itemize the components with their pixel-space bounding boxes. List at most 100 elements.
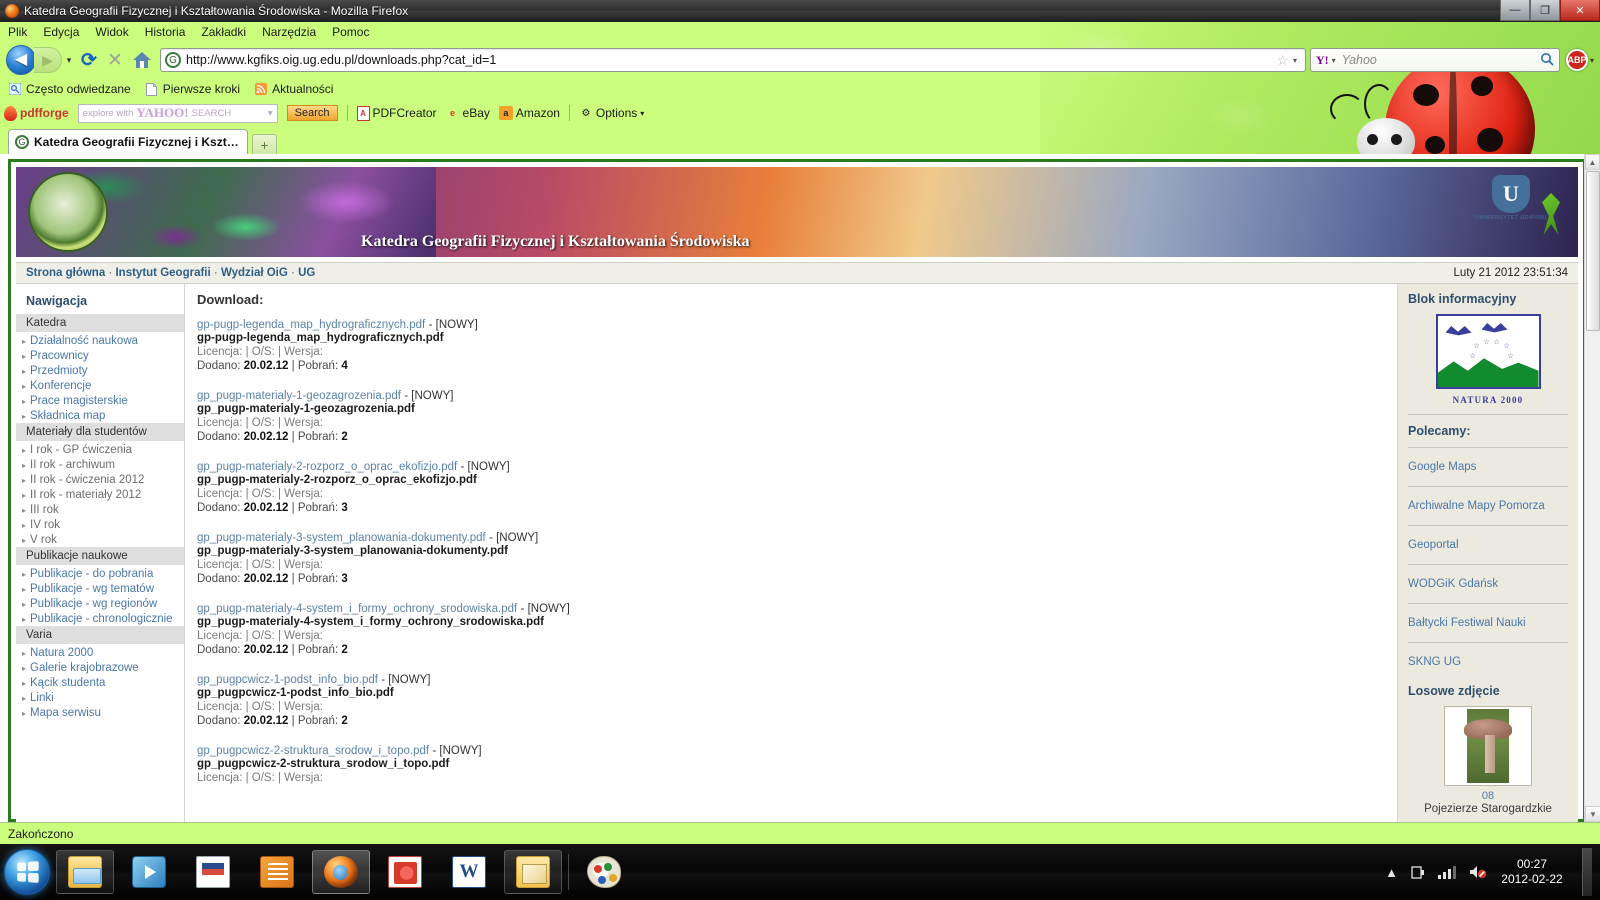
- download-link[interactable]: gp_pugp-materialy-2-rozporz_o_oprac_ekof…: [197, 461, 457, 473]
- menu-narzedzia[interactable]: Narzędzia: [262, 25, 316, 39]
- scroll-up-button[interactable]: ▲: [1585, 154, 1600, 170]
- sidebar-item-pracownicy[interactable]: Pracownicy: [16, 348, 184, 363]
- taskbar-item-wmp[interactable]: [120, 850, 178, 894]
- close-button[interactable]: ✕: [1560, 0, 1600, 21]
- new-tab-button[interactable]: +: [252, 134, 277, 154]
- link-skng-ug[interactable]: SKNG UG: [1408, 652, 1568, 672]
- random-photo[interactable]: [1444, 706, 1532, 786]
- pdfforge-logo[interactable]: pdfforge: [4, 105, 69, 121]
- url-dropdown-icon[interactable]: ▾: [1293, 56, 1297, 65]
- taskbar-item-firefox[interactable]: [312, 850, 370, 894]
- search-bar[interactable]: Y! ▾ Yahoo: [1309, 48, 1560, 72]
- minimize-button[interactable]: —: [1500, 0, 1530, 21]
- taskbar-item-explorer[interactable]: [56, 850, 114, 894]
- clock[interactable]: 00:27 2012-02-22: [1500, 857, 1564, 887]
- scroll-down-button[interactable]: ▼: [1585, 806, 1600, 822]
- menu-widok[interactable]: Widok: [95, 25, 128, 39]
- download-link[interactable]: gp-pugp-legenda_map_hydrograficznych.pdf: [197, 319, 425, 331]
- scrollbar-thumb[interactable]: [1586, 171, 1600, 331]
- link-archiwalne-mapy-pomorza[interactable]: Archiwalne Mapy Pomorza: [1408, 496, 1568, 516]
- history-dropdown-icon[interactable]: ▾: [62, 55, 76, 66]
- sidebar-item-iv-rok[interactable]: IV rok: [16, 517, 184, 532]
- sidebar-item-kacik-studenta[interactable]: Kącik studenta: [16, 675, 184, 690]
- sidebar-item-konferencje[interactable]: Konferencje: [16, 378, 184, 393]
- bookmark-czesto-odwiedzane[interactable]: Często odwiedzane: [8, 82, 131, 96]
- show-desktop-button[interactable]: [1582, 848, 1592, 896]
- start-button[interactable]: [4, 849, 50, 895]
- taskbar-item-powerpoint[interactable]: [376, 850, 434, 894]
- site-identity-icon[interactable]: G: [165, 52, 181, 68]
- adblock-plus-icon[interactable]: ABP: [1565, 49, 1588, 71]
- page-scrollbar[interactable]: ▲ ▼: [1584, 154, 1600, 822]
- taskbar-item-outlook[interactable]: [504, 850, 562, 894]
- bookmark-aktualnosci[interactable]: Aktualności: [254, 82, 333, 96]
- pdfcreator-button[interactable]: A PDFCreator: [356, 105, 437, 121]
- sidebar-item-i-rok-gp[interactable]: I rok - GP ćwiczenia: [16, 442, 184, 457]
- volume-muted-icon[interactable]: [1468, 864, 1488, 880]
- menu-zakladki[interactable]: Zakładki: [201, 25, 246, 39]
- search-icon[interactable]: [1540, 52, 1554, 69]
- pdfforge-search-button[interactable]: Search: [286, 105, 338, 121]
- download-link[interactable]: gp_pugpcwicz-1-podst_info_bio.pdf: [197, 674, 378, 686]
- search-input[interactable]: Yahoo: [1342, 53, 1540, 67]
- link-wodgik-gdansk[interactable]: WODGiK Gdańsk: [1408, 574, 1568, 594]
- bookmark-star-icon[interactable]: ☆: [1276, 52, 1289, 69]
- download-link[interactable]: gp_pugp-materialy-4-system_i_formy_ochro…: [197, 603, 517, 615]
- back-button[interactable]: ◀: [6, 45, 36, 75]
- url-bar[interactable]: G http://www.kgfiks.oig.ug.edu.pl/downlo…: [160, 48, 1306, 72]
- sidebar-item-linki[interactable]: Linki: [16, 690, 184, 705]
- amazon-button[interactable]: a Amazon: [498, 106, 560, 120]
- yahoo-icon[interactable]: Y!: [1316, 53, 1329, 68]
- link-baltycki-festiwal-nauki[interactable]: Bałtycki Festiwal Nauki: [1408, 613, 1568, 633]
- link-google-maps[interactable]: Google Maps: [1408, 457, 1568, 477]
- network-icon[interactable]: [1438, 865, 1456, 879]
- taskbar-item-openoffice[interactable]: [248, 850, 306, 894]
- options-button[interactable]: ⚙ Options ▾: [579, 106, 644, 120]
- sidebar-item-publikacje-do-pobrania[interactable]: Publikacje - do pobrania: [16, 566, 184, 581]
- show-hidden-icons-button[interactable]: ▲: [1385, 865, 1398, 880]
- sidebar-item-publikacje-chronologicznie[interactable]: Publikacje - chronologicznie: [16, 611, 184, 626]
- ebay-button[interactable]: e eBay: [446, 106, 490, 120]
- photo-number[interactable]: 08: [1408, 790, 1568, 802]
- menu-historia[interactable]: Historia: [145, 25, 186, 39]
- stop-button[interactable]: ✕: [102, 47, 128, 73]
- sidebar-item-mapa-serwisu[interactable]: Mapa serwisu: [16, 705, 184, 720]
- maximize-button[interactable]: ❐: [1530, 0, 1560, 21]
- menu-pomoc[interactable]: Pomoc: [332, 25, 369, 39]
- sidebar-item-prace-magisterskie[interactable]: Prace magisterskie: [16, 393, 184, 408]
- menu-plik[interactable]: Plik: [8, 25, 27, 39]
- taskbar-item-paint[interactable]: [575, 850, 633, 894]
- taskbar-item-word[interactable]: [440, 850, 498, 894]
- bookmark-pierwsze-kroki[interactable]: Pierwsze kroki: [145, 82, 240, 96]
- sidebar-item-publikacje-wg-regionow[interactable]: Publikacje - wg regionów: [16, 596, 184, 611]
- sidebar-item-ii-rok-cwiczenia[interactable]: II rok - ćwiczenia 2012: [16, 472, 184, 487]
- sidebar-item-ii-rok-archiwum[interactable]: II rok - archiwum: [16, 457, 184, 472]
- download-link[interactable]: gp_pugpcwicz-2-struktura_srodow_i_topo.p…: [197, 745, 429, 757]
- sidebar-item-iii-rok[interactable]: III rok: [16, 502, 184, 517]
- sidebar-item-v-rok[interactable]: V rok: [16, 532, 184, 547]
- link-geoportal[interactable]: Geoportal: [1408, 535, 1568, 555]
- breadcrumb-wydzial-oig[interactable]: Wydział OiG: [221, 267, 288, 279]
- breadcrumb-instytut-geografii[interactable]: Instytut Geografii: [115, 267, 210, 279]
- menu-edycja[interactable]: Edycja: [43, 25, 79, 39]
- forward-button[interactable]: ▶: [34, 47, 62, 73]
- search-engine-caret-icon[interactable]: ▾: [1332, 56, 1336, 65]
- adblock-caret-icon[interactable]: ▾: [1590, 56, 1594, 65]
- download-link[interactable]: gp_pugp-materialy-1-geozagrozenia.pdf: [197, 390, 401, 402]
- url-input[interactable]: http://www.kgfiks.oig.ug.edu.pl/download…: [186, 53, 1274, 67]
- sidebar-item-przedmioty[interactable]: Przedmioty: [16, 363, 184, 378]
- sidebar-item-galerie-krajobrazowe[interactable]: Galerie krajobrazowe: [16, 660, 184, 675]
- sidebar-item-publikacje-wg-tematow[interactable]: Publikacje - wg tematów: [16, 581, 184, 596]
- home-button[interactable]: [128, 47, 156, 73]
- reload-button[interactable]: ⟳: [76, 47, 102, 73]
- chevron-down-icon[interactable]: ▾: [268, 108, 273, 119]
- sidebar-item-ii-rok-materialy[interactable]: II rok - materiały 2012: [16, 487, 184, 502]
- pdfforge-search-input[interactable]: explore with YAHOO! SEARCH ▾: [77, 103, 278, 123]
- taskbar-item-document[interactable]: [184, 850, 242, 894]
- breadcrumb-strona-glowna[interactable]: Strona główna: [26, 267, 105, 279]
- download-link[interactable]: gp_pugp-materialy-3-system_planowania-do…: [197, 532, 486, 544]
- devices-icon[interactable]: [1410, 864, 1426, 880]
- breadcrumb-ug[interactable]: UG: [298, 267, 315, 279]
- sidebar-item-dzialalnosc-naukowa[interactable]: Działalność naukowa: [16, 333, 184, 348]
- sidebar-item-skladnica-map[interactable]: Składnica map: [16, 408, 184, 423]
